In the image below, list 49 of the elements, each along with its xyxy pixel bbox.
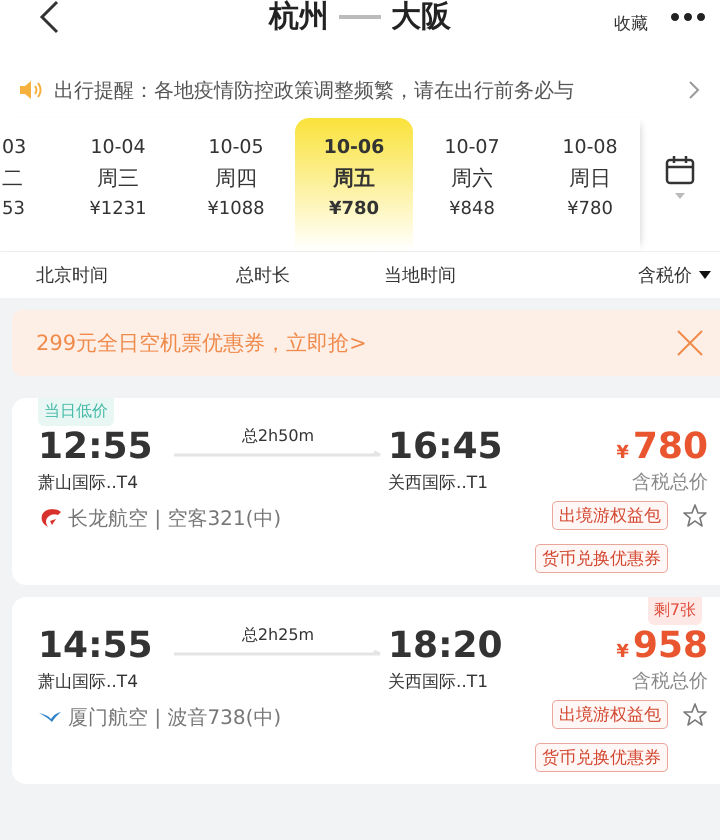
flight-price: 958 <box>632 625 708 666</box>
arrival-airport: 关西国际..T1 <box>388 472 490 494</box>
currency-symbol: ¥ <box>616 641 629 662</box>
flight-badge: 当日低价 <box>38 398 114 426</box>
star-icon[interactable] <box>682 502 708 528</box>
sort-option[interactable]: 总时长 <box>236 263 384 287</box>
airline-info: 长龙航空 | 空客321(中) <box>68 504 282 532</box>
arrival-time: 18:20 <box>388 625 504 666</box>
promo-tag[interactable]: 出境游权益包 <box>552 501 668 530</box>
date-tab[interactable]: 10-08 周日 ¥780 <box>531 118 640 251</box>
flight-duration: 总2h50m <box>242 426 314 447</box>
date-tab[interactable]: 10-07 周六 ¥848 <box>413 118 531 251</box>
origin-city: 杭州 <box>269 0 329 36</box>
chevron-right-icon[interactable] <box>688 80 700 100</box>
date-tab[interactable]: 03 二 53 <box>0 118 59 251</box>
arrival-airport: 关西国际..T1 <box>388 671 490 693</box>
price-note: 含税总价 <box>632 669 708 694</box>
airline-info: 厦门航空 | 波音738(中) <box>68 704 282 730</box>
more-icon[interactable] <box>670 12 706 22</box>
sort-option[interactable]: 当地时间 <box>384 263 638 287</box>
sort-option[interactable]: 北京时间 <box>36 263 236 287</box>
departure-airport: 萧山国际..T4 <box>38 671 140 693</box>
speaker-icon <box>18 79 44 101</box>
destination-city: 大阪 <box>391 0 451 36</box>
bird-logo-icon <box>38 710 62 724</box>
departure-airport: 萧山国际..T4 <box>38 472 140 494</box>
promo-tag[interactable]: 货币兑换优惠券 <box>535 743 668 772</box>
date-tab[interactable]: 10-06 周五 ¥780 <box>295 118 413 251</box>
departure-time: 12:55 <box>38 426 154 467</box>
price-note: 含税总价 <box>632 470 708 495</box>
flight-card[interactable]: 剩7张 14:55 萧山国际..T4 总2h25m 18:20 关西国际..T1 ¥958 含税总价 厦门航空 | 波音738(中) 出境游权益包 货币兑换优惠券 <box>12 597 720 784</box>
favorite-link[interactable]: 收藏 <box>614 12 648 35</box>
promo-tag[interactable]: 出境游权益包 <box>552 700 668 729</box>
date-tab[interactable]: 10-04 周三 ¥1231 <box>59 118 177 251</box>
travel-notice[interactable]: 出行提醒：各地疫情防控政策调整频繁，请在出行前务必与 <box>54 76 678 104</box>
flight-duration: 总2h25m <box>242 625 314 646</box>
departure-time: 14:55 <box>38 625 154 666</box>
promo-tag[interactable]: 货币兑换优惠券 <box>535 544 668 573</box>
date-tab[interactable]: 10-05 周四 ¥1088 <box>177 118 295 251</box>
sort-option[interactable]: 含税价 <box>638 263 692 287</box>
calendar-icon[interactable] <box>664 154 696 186</box>
flight-price: 780 <box>632 426 708 467</box>
flight-card[interactable]: 当日低价 12:55 萧山国际..T4 总2h50m 16:45 关西国际..T1 ¥780 含税总价 长龙航空 | 空客321(中) 出境游权益包 货币兑换优惠券 <box>12 398 720 585</box>
back-icon[interactable] <box>38 0 60 34</box>
caret-down-icon[interactable] <box>698 270 712 280</box>
arrival-time: 16:45 <box>388 426 504 467</box>
flight-badge: 剩7张 <box>648 597 702 625</box>
star-icon[interactable] <box>682 702 708 728</box>
currency-symbol: ¥ <box>616 442 629 463</box>
